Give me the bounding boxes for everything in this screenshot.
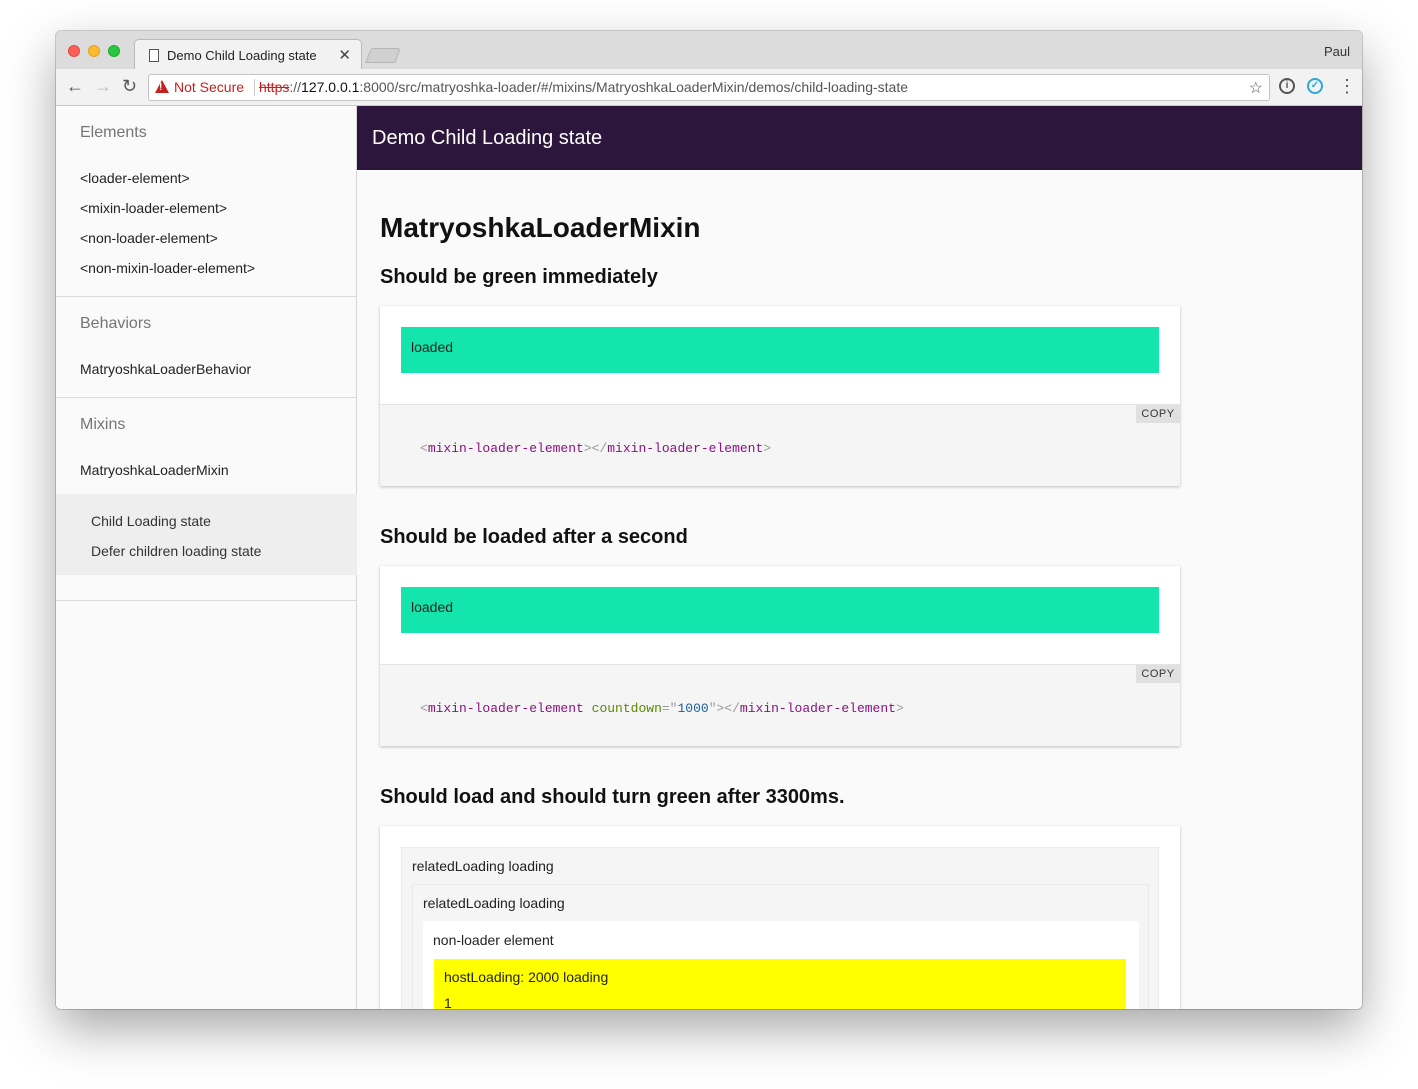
code-close-tag: mixin-loader-element <box>739 701 896 716</box>
sidebar-item-loader-element[interactable]: <loader-element> <box>80 170 190 186</box>
sidebar-divider <box>56 600 357 601</box>
address-separator <box>254 79 255 96</box>
loaded-element: loaded <box>401 327 1159 373</box>
bookmark-star-icon[interactable]: ☆ <box>1249 78 1263 98</box>
non-loader-element: non-loader element hostLoading: 2000 loa… <box>423 921 1139 1009</box>
loaded-element: loaded <box>401 587 1159 633</box>
address-bar[interactable]: ! Not Secure https://127.0.0.1:8000/src/… <box>148 74 1270 101</box>
demo-card: relatedLoading loading relatedLoading lo… <box>380 826 1180 1009</box>
new-tab-button[interactable] <box>365 48 401 63</box>
demo-preview: loaded <box>380 306 1180 404</box>
demo-heading: Should load and should turn green after … <box>380 786 845 808</box>
url-text[interactable]: https://127.0.0.1:8000/src/matryoshka-lo… <box>259 79 908 95</box>
url-scheme: https <box>259 79 290 95</box>
code-attribute-value: 1000 <box>677 701 709 716</box>
sidebar-demos-list: Child Loading state Defer children loadi… <box>56 494 357 575</box>
demo-heading: Should be loaded after a second <box>380 526 688 548</box>
document-icon <box>149 49 159 62</box>
code-open-tag: mixin-loader-element <box>427 441 584 456</box>
non-loader-label: non-loader element <box>433 932 554 948</box>
sidebar-heading-behaviors: Behaviors <box>80 315 152 332</box>
sidebar-heading-elements: Elements <box>80 124 147 141</box>
browser-toolbar: ← → ↻ ! Not Secure https://127.0.0.1:800… <box>56 69 1362 106</box>
browser-menu-icon[interactable]: ⋮ <box>1338 75 1356 97</box>
url-path: :8000/src/matryoshka-loader/#/mixins/Mat… <box>359 79 908 95</box>
back-arrow-icon[interactable]: ← <box>66 77 84 95</box>
sidebar: Elements <loader-element> <mixin-loader-… <box>56 106 357 1009</box>
host-loading-label: hostLoading: 2000 loading <box>444 969 609 985</box>
url-host: 127.0.0.1 <box>301 79 360 95</box>
browser-window: Demo Child Loading state ✕ Paul ← → ↻ ! … <box>56 31 1362 1009</box>
sidebar-divider <box>56 397 357 398</box>
sidebar-item-mixin-loader-element[interactable]: <mixin-loader-element> <box>80 200 227 216</box>
inner-status-label: relatedLoading loading <box>423 895 565 911</box>
host-loading-count: 1 <box>444 995 452 1009</box>
app-bar: Demo Child Loading state <box>357 106 1362 170</box>
title-bar: Demo Child Loading state ✕ Paul <box>56 31 1362 70</box>
outer-status-label: relatedLoading loading <box>412 858 554 874</box>
check-extension-icon[interactable]: ✓ <box>1307 78 1323 94</box>
sidebar-divider <box>56 296 357 297</box>
forward-arrow-icon[interactable]: → <box>94 77 112 95</box>
sidebar-item-non-loader-element[interactable]: <non-loader-element> <box>80 230 218 246</box>
warning-icon-mark: ! <box>159 82 163 93</box>
tab-close-icon[interactable]: ✕ <box>338 46 351 64</box>
window-minimize-button[interactable] <box>88 45 100 57</box>
code-line: <mixin-loader-element></mixin-loader-ele… <box>420 441 772 456</box>
sidebar-heading-mixins: Mixins <box>80 416 126 433</box>
demo-card: loaded COPY <mixin-loader-element></mixi… <box>380 306 1180 486</box>
code-snippet: COPY <mixin-loader-element countdown="10… <box>380 664 1180 746</box>
sidebar-item-matryoshka-loader-mixin[interactable]: MatryoshkaLoaderMixin <box>80 462 229 478</box>
window-maximize-button[interactable] <box>108 45 120 57</box>
code-open-tag: mixin-loader-element <box>427 701 584 716</box>
related-loading-inner: relatedLoading loading non-loader elemen… <box>412 884 1149 1009</box>
code-attribute: countdown <box>591 701 662 716</box>
app-title: Demo Child Loading state <box>372 127 603 149</box>
copy-button[interactable]: COPY <box>1136 405 1180 423</box>
sidebar-demo-child-loading-state[interactable]: Child Loading state <box>91 513 211 529</box>
demo-card: loaded COPY <mixin-loader-element countd… <box>380 566 1180 746</box>
security-label[interactable]: Not Secure <box>174 79 244 95</box>
window-close-button[interactable] <box>68 45 80 57</box>
sidebar-demo-defer-children-loading[interactable]: Defer children loading state <box>91 543 261 559</box>
page-title: MatryoshkaLoaderMixin <box>380 212 701 243</box>
host-loading-element: hostLoading: 2000 loading 1 <box>434 959 1126 1009</box>
info-extension-icon[interactable]: i <box>1279 78 1295 94</box>
reload-icon[interactable]: ↻ <box>122 77 137 95</box>
main-content: Demo Child Loading state MatryoshkaLoade… <box>357 106 1362 1009</box>
copy-button[interactable]: COPY <box>1136 665 1180 683</box>
demo-preview: loaded <box>380 566 1180 664</box>
tab-title: Demo Child Loading state <box>167 48 317 63</box>
url-separator: :// <box>289 79 302 95</box>
code-snippet: COPY <mixin-loader-element></mixin-loade… <box>380 404 1180 486</box>
code-close-tag: mixin-loader-element <box>607 441 764 456</box>
browser-tab[interactable]: Demo Child Loading state ✕ <box>134 39 362 70</box>
related-loading-outer: relatedLoading loading relatedLoading lo… <box>401 847 1159 1009</box>
sidebar-item-matryoshka-loader-behavior[interactable]: MatryoshkaLoaderBehavior <box>80 361 251 377</box>
demo-heading: Should be green immediately <box>380 266 658 288</box>
profile-name[interactable]: Paul <box>1324 44 1350 59</box>
code-line: <mixin-loader-element countdown="1000"><… <box>420 701 904 716</box>
sidebar-item-non-mixin-loader-element[interactable]: <non-mixin-loader-element> <box>80 260 255 276</box>
